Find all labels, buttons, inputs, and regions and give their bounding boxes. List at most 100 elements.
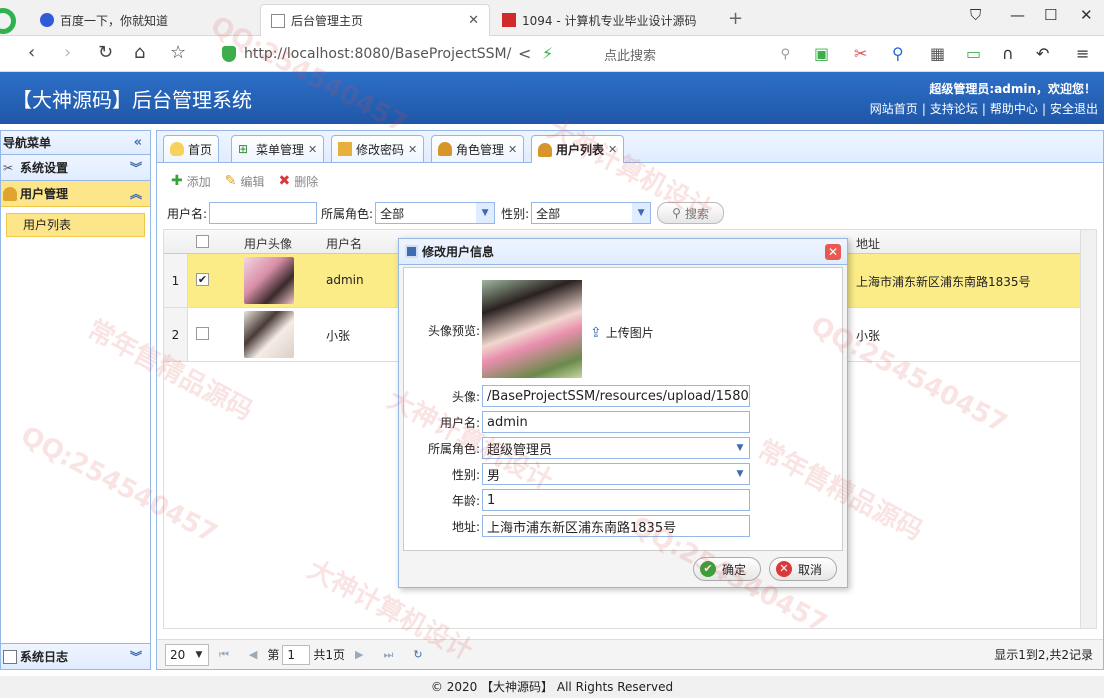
close-icon[interactable]: ✕ — [825, 244, 841, 260]
link-help[interactable]: 帮助中心 — [990, 102, 1038, 116]
close-icon[interactable]: ✕ — [508, 143, 517, 156]
magnifier-icon[interactable]: ⚲ — [892, 44, 904, 63]
cancel-icon: ✕ — [775, 561, 792, 577]
sidebar-group-settings[interactable]: ✂ 系统设置 ︾ — [1, 155, 150, 181]
tab-home[interactable]: 首页 — [163, 135, 220, 162]
chevron-down-icon[interactable]: ▼ — [190, 645, 208, 665]
column-avatar: 用户头像 — [244, 237, 293, 251]
shirt-icon[interactable]: ⛉ — [970, 6, 981, 24]
roles-icon — [438, 142, 452, 156]
tab-role-manage[interactable]: 角色管理 ✕ — [431, 135, 525, 162]
role-filter-select[interactable]: 全部 ▼ — [375, 202, 496, 224]
chevron-up-icon[interactable]: ︽ — [130, 181, 142, 207]
edit-button[interactable]: ✎ 编辑 — [225, 173, 265, 190]
share-icon[interactable]: < — [518, 44, 531, 63]
group-label: 系统设置 — [20, 160, 69, 175]
sidebar-group-users[interactable]: 用户管理 ︽ — [1, 181, 150, 207]
sidebar-item-user-list[interactable]: 用户列表 — [6, 213, 145, 237]
role-label: 所属角色: — [427, 441, 480, 456]
chevron-down-icon[interactable]: ▼ — [476, 203, 495, 223]
lightning-icon[interactable]: ⚡ — [542, 44, 553, 63]
sex-filter-select[interactable]: 全部 ▼ — [531, 202, 652, 224]
row-number: 1 — [164, 254, 188, 307]
link-forum[interactable]: 支持论坛 — [930, 102, 978, 116]
role-row: 所属角色: 超级管理员 ▼ — [404, 436, 844, 460]
username-field[interactable]: admin — [482, 411, 750, 433]
page-size-select[interactable]: 20 ▼ — [165, 643, 209, 666]
confirm-button[interactable]: ✔ 确定 — [692, 557, 761, 581]
address-bar[interactable]: http://localhost:8080/BaseProjectSSM/ — [222, 41, 592, 67]
maximize-icon[interactable]: ☐ — [1044, 6, 1057, 24]
first-page-icon[interactable]: ⏮ — [219, 648, 229, 662]
row-checkbox[interactable] — [196, 327, 209, 340]
user-icon — [538, 142, 552, 157]
close-window-icon[interactable]: ✕ — [1080, 6, 1093, 24]
next-page-icon[interactable]: ▶ — [355, 648, 363, 661]
close-icon[interactable]: ✕ — [608, 143, 617, 156]
translate-icon[interactable]: ▣ — [814, 44, 829, 63]
link-logout[interactable]: 安全退出 — [1050, 102, 1098, 116]
browser-tab-baidu[interactable]: 百度一下，你就知道 — [30, 4, 258, 36]
welcome-text: 超级管理员:admin，欢迎您！ — [929, 80, 1096, 97]
upload-button[interactable]: ⇪ 上传图片 — [590, 324, 654, 341]
address-row: 地址: 上海市浦东新区浦东南路1835号 — [404, 514, 844, 538]
minimize-icon[interactable]: — — [1010, 6, 1025, 24]
close-icon[interactable]: ✕ — [408, 143, 417, 156]
chevron-down-icon[interactable]: ▼ — [632, 203, 651, 223]
username-filter-input[interactable] — [209, 202, 318, 224]
favorite-icon[interactable]: ☆ — [170, 42, 186, 63]
tab-user-list[interactable]: 用户列表 ✕ — [531, 135, 625, 163]
search-icon[interactable]: ⚲ — [780, 47, 790, 62]
menu-icon[interactable]: ≡ — [1076, 44, 1089, 63]
avatar-preview — [482, 280, 582, 378]
add-button[interactable]: ✚ 添加 — [171, 173, 211, 190]
undo-icon[interactable]: ↶ — [1036, 44, 1049, 63]
link-separator: | — [981, 102, 986, 116]
chevron-down-icon[interactable]: ▼ — [731, 438, 749, 458]
header-checkbox[interactable] — [196, 235, 209, 248]
header-links: 网站首页 | 支持论坛 | 帮助中心 | 安全退出 — [870, 100, 1098, 117]
collapse-icon[interactable]: « — [134, 131, 142, 155]
home-icon[interactable]: ⌂ — [134, 42, 145, 63]
reload-icon[interactable]: ↻ — [98, 42, 113, 63]
chevron-down-icon[interactable]: ▼ — [731, 464, 749, 484]
sidebar-group-logs[interactable]: 系统日志 ︾ — [1, 643, 150, 669]
back-icon[interactable]: ‹ — [28, 42, 35, 63]
row-checkbox[interactable]: ✔ — [196, 273, 209, 286]
headphone-icon[interactable]: ∩ — [1002, 44, 1014, 63]
group-label: 用户管理 — [20, 186, 69, 201]
cancel-button[interactable]: ✕ 取消 — [768, 557, 837, 581]
forward-icon[interactable]: › — [64, 42, 71, 63]
tab-menu-manage[interactable]: ⊞ 菜单管理 ✕ — [231, 135, 325, 162]
apps-icon[interactable]: ▦ — [930, 44, 945, 63]
browser-search-input[interactable]: 点此搜索 ⚲ — [600, 41, 790, 67]
save-icon — [405, 245, 418, 258]
delete-button[interactable]: ✖ 删除 — [279, 173, 319, 190]
tab-change-password[interactable]: 修改密码 ✕ — [331, 135, 425, 162]
age-field[interactable]: 1 — [482, 489, 750, 511]
search-placeholder: 点此搜索 — [604, 48, 657, 64]
refresh-icon[interactable]: ↻ — [413, 648, 422, 661]
grid-scrollbar[interactable] — [1080, 230, 1096, 628]
sidebar: 导航菜单 « ✂ 系统设置 ︾ 用户管理 ︽ 用户列表 系统日志 ︾ — [0, 130, 151, 670]
browser-tab-source[interactable]: 1094 - 计算机专业毕业设计源码 — [492, 4, 724, 36]
address-field[interactable]: 上海市浦东新区浦东南路1835号 — [482, 515, 750, 537]
close-tab-icon[interactable]: ✕ — [468, 13, 479, 28]
chevron-down-icon[interactable]: ︾ — [130, 155, 142, 181]
prev-page-icon[interactable]: ◀ — [249, 648, 257, 661]
sex-select[interactable]: 男 ▼ — [482, 463, 750, 485]
panel-tabs: 首页 ⊞ 菜单管理 ✕ 修改密码 ✕ 角色管理 ✕ 用户列表 ✕ — [157, 131, 1103, 163]
chevron-down-icon[interactable]: ︾ — [130, 644, 142, 670]
battery-icon[interactable]: ▭ — [966, 44, 981, 63]
photo-field[interactable]: /BaseProjectSSM/resources/upload/1580799 — [482, 385, 750, 407]
last-page-icon[interactable]: ⏭ — [384, 648, 394, 662]
page-number-input[interactable]: 1 — [282, 644, 311, 665]
scissors-icon[interactable]: ✂ — [854, 44, 867, 63]
search-button[interactable]: ⚲ 搜索 — [657, 202, 724, 224]
new-tab-icon[interactable]: + — [728, 8, 743, 29]
role-select[interactable]: 超级管理员 ▼ — [482, 437, 750, 459]
close-icon[interactable]: ✕ — [308, 143, 317, 156]
browser-tab-admin[interactable]: 后台管理主页 ✕ — [260, 4, 490, 36]
column-address: 地址 — [856, 237, 881, 251]
link-site-home[interactable]: 网站首页 — [870, 102, 918, 116]
